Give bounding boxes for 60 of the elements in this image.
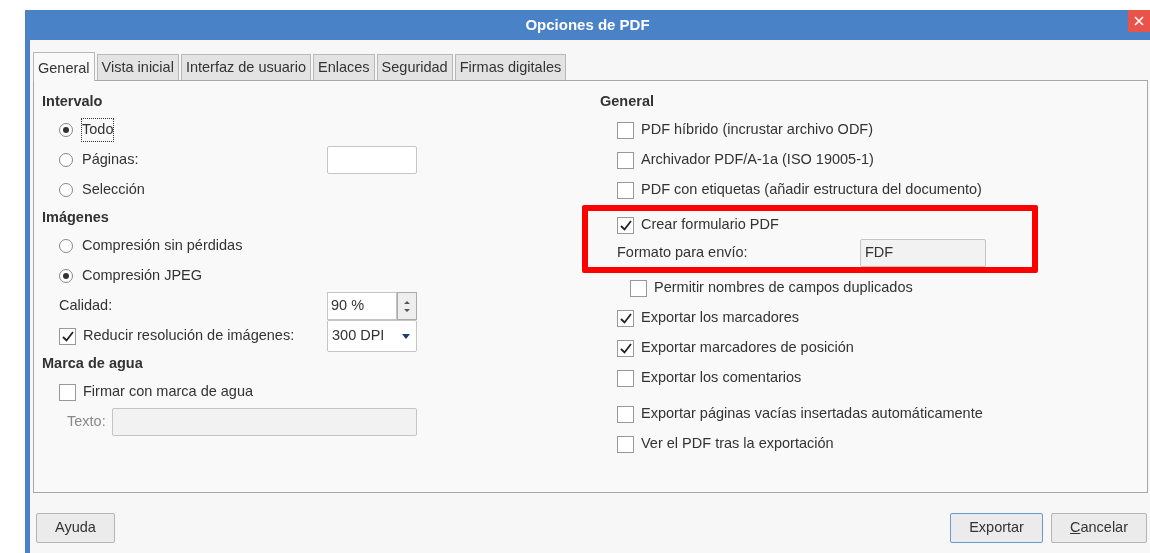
option-label: Archivador PDF/A-1a (ISO 19005-1) — [641, 150, 874, 170]
option-label: Compresión JPEG — [82, 266, 203, 286]
checkbox[interactable] — [617, 181, 634, 199]
option-label: PDF con etiquetas (añadir estructura del documento) — [641, 180, 982, 200]
radio-button[interactable] — [59, 239, 73, 253]
close-button[interactable] — [1128, 10, 1150, 32]
option-label: Páginas: — [82, 150, 139, 170]
radio-button[interactable] — [59, 183, 73, 197]
resolution-dropdown[interactable]: 300 DPI — [327, 320, 417, 352]
text-field[interactable] — [111, 408, 417, 436]
section-heading: Imágenes — [42, 208, 110, 228]
checkbox[interactable] — [617, 309, 634, 327]
checkbox[interactable] — [617, 151, 634, 169]
option-label: PDF híbrido (incrustar archivo ODF) — [641, 120, 874, 140]
checkbox[interactable] — [617, 121, 634, 139]
tab[interactable]: Enlaces — [313, 54, 375, 80]
section-heading: Marca de agua — [42, 354, 144, 374]
spin-button[interactable] — [397, 292, 417, 320]
option-label: Selección — [82, 180, 145, 200]
tab[interactable]: General — [33, 52, 95, 81]
option-label: Permitir nombres de campos duplicados — [654, 278, 913, 298]
window-title: Opciones de PDF — [525, 14, 650, 35]
dialog-button[interactable]: Ayuda — [36, 513, 115, 543]
option-label: Todo — [82, 119, 114, 141]
checkbox[interactable] — [617, 435, 634, 453]
radio-button[interactable] — [59, 123, 73, 137]
radio-button[interactable] — [59, 153, 73, 167]
option-label: Crear formulario PDF — [641, 215, 779, 235]
option-label: Exportar páginas vacías insertadas automáticamente — [641, 404, 983, 424]
option-label: Exportar marcadores de posición — [641, 338, 854, 358]
option-label: Exportar los marcadores — [641, 308, 799, 328]
dialog-button[interactable]: Cancelar — [1050, 513, 1147, 543]
option-label: Reducir resolución de imágenes: — [83, 326, 295, 346]
checkbox[interactable] — [617, 369, 634, 387]
checkbox[interactable] — [617, 405, 634, 423]
section-heading: General — [600, 92, 655, 112]
tab[interactable]: Vista inicial — [96, 54, 179, 80]
quality-field[interactable]: 90 % — [327, 292, 397, 320]
pages-field[interactable] — [327, 146, 417, 174]
section-heading: Intervalo — [42, 92, 104, 112]
field-label: Texto: — [67, 412, 106, 432]
tab[interactable]: Interfaz de usuario — [180, 54, 311, 80]
tab[interactable]: Seguridad — [376, 54, 453, 80]
checkbox[interactable] — [630, 279, 647, 297]
option-label: Firmar con marca de agua — [83, 382, 254, 402]
checkbox[interactable] — [59, 327, 76, 345]
option-label: Compresión sin pérdidas — [82, 236, 243, 256]
checkbox[interactable] — [617, 216, 634, 234]
close-icon — [1134, 16, 1144, 26]
caret-icon — [402, 333, 410, 339]
field-label: Formato para envío: — [617, 243, 748, 263]
checkbox[interactable] — [617, 339, 634, 357]
option-label: Ver el PDF tras la exportación — [641, 434, 834, 454]
format-field[interactable]: FDF — [860, 239, 986, 267]
checkbox[interactable] — [59, 383, 76, 401]
option-label: Exportar los comentarios — [641, 368, 802, 388]
field-label: Calidad: — [59, 296, 113, 316]
tab[interactable]: Firmas digitales — [454, 54, 567, 80]
dialog-button[interactable]: Exportar — [950, 513, 1043, 543]
radio-button[interactable] — [59, 269, 73, 283]
